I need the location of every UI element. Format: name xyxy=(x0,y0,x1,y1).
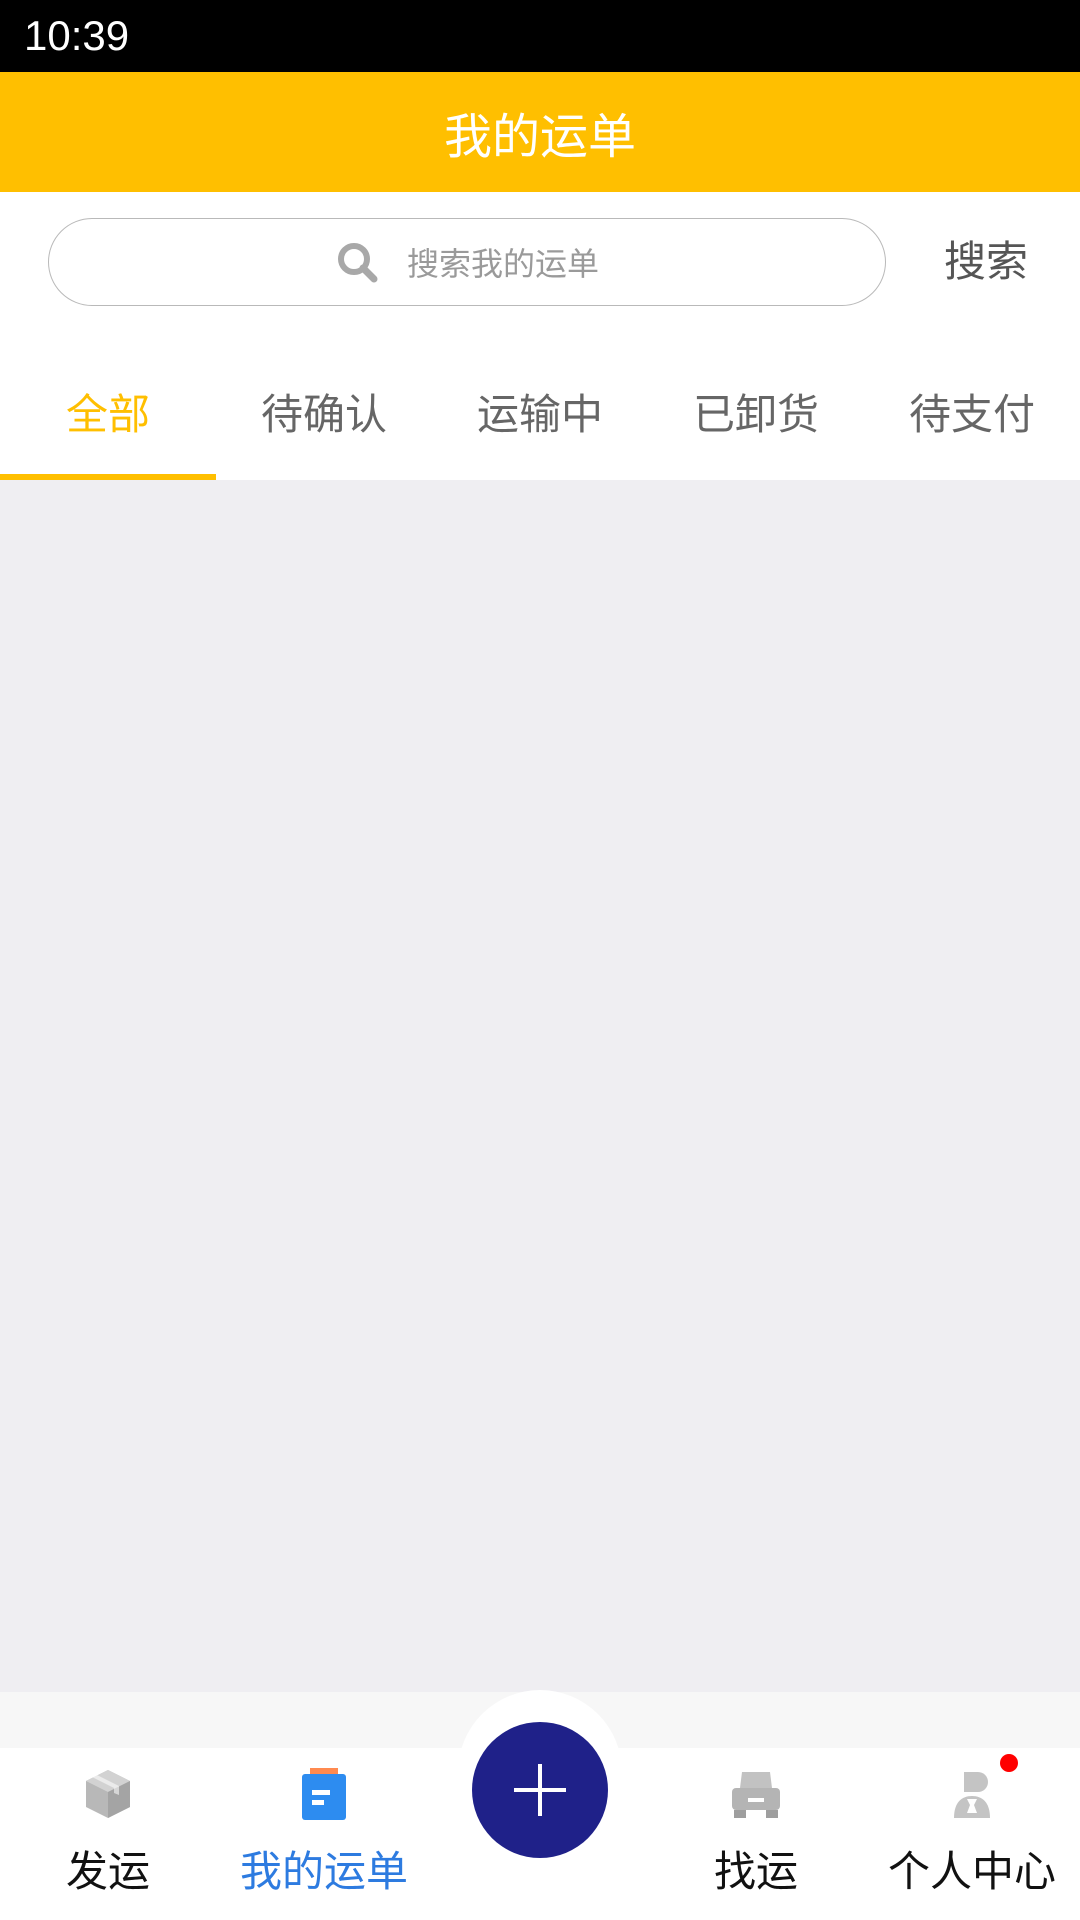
truck-icon xyxy=(732,1772,780,1818)
document-icon xyxy=(302,1768,346,1820)
search-input[interactable]: 搜索我的运单 xyxy=(48,218,886,306)
nav-label-profile: 个人中心 xyxy=(887,1847,1056,1896)
tab-unloaded[interactable]: 已卸货 xyxy=(648,342,864,480)
notification-badge xyxy=(1000,1754,1018,1772)
search-icon xyxy=(337,243,378,283)
order-list-area xyxy=(0,480,1080,1692)
status-bar: 10:39 xyxy=(0,0,1080,72)
tab-pending-payment[interactable]: 待支付 xyxy=(864,342,1080,480)
nav-label-my-orders: 我的运单 xyxy=(239,1847,408,1896)
tab-pending-confirm[interactable]: 待确认 xyxy=(216,342,432,480)
search-button[interactable]: 搜索 xyxy=(944,232,1028,292)
nav-item-my-orders[interactable]: 我的运单 xyxy=(216,1748,432,1920)
search-placeholder: 搜索我的运单 xyxy=(406,245,599,283)
box-icon xyxy=(86,1770,130,1818)
status-tabs: 全部 待确认 运输中 已卸货 待支付 xyxy=(0,342,1080,480)
tab-all[interactable]: 全部 xyxy=(0,342,216,480)
nav-item-profile[interactable]: 个人中心 xyxy=(864,1748,1080,1920)
app-header: 我的运单 xyxy=(0,72,1080,192)
plus-icon xyxy=(514,1764,566,1816)
add-order-button[interactable] xyxy=(472,1722,608,1858)
tab-in-transit[interactable]: 运输中 xyxy=(432,342,648,480)
nav-label-find: 找运 xyxy=(713,1847,798,1896)
page-title: 我的运单 xyxy=(443,109,636,165)
user-icon xyxy=(954,1772,990,1818)
nav-label-ship: 发运 xyxy=(65,1847,150,1896)
search-row: 搜索我的运单 搜索 xyxy=(0,192,1080,342)
status-time: 10:39 xyxy=(24,12,130,59)
nav-item-ship[interactable]: 发运 xyxy=(0,1748,216,1920)
nav-item-find[interactable]: 找运 xyxy=(648,1748,864,1920)
